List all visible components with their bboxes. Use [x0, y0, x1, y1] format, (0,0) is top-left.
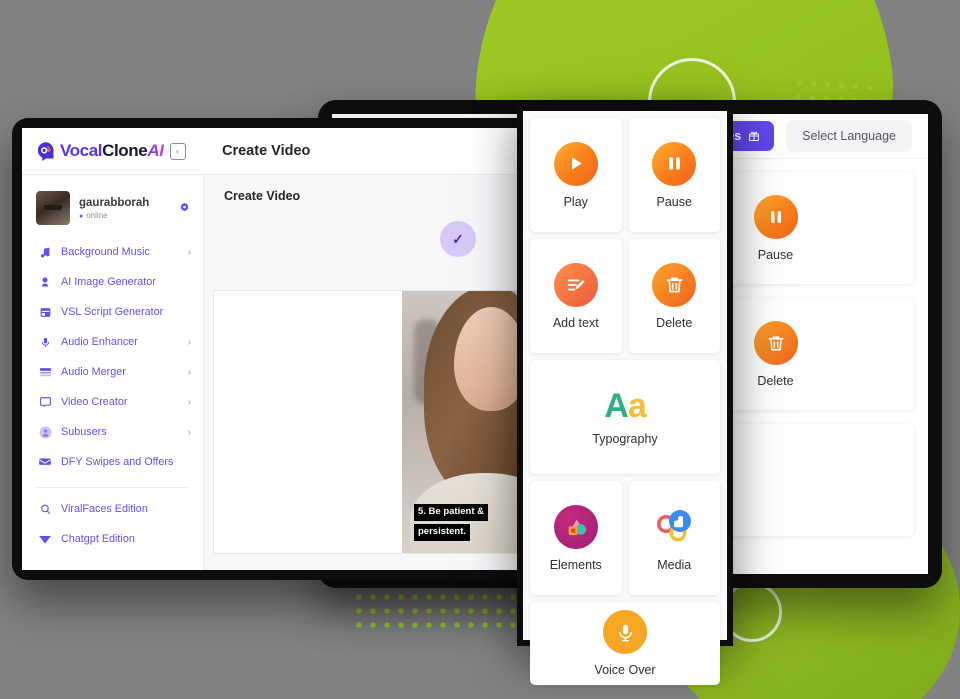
- pause-icon: [753, 194, 798, 239]
- sidebar-label: Background Music: [61, 246, 150, 258]
- typography-icon: Aa: [604, 386, 647, 425]
- select-language-dropdown[interactable]: Select Language: [786, 120, 912, 152]
- video-caption: 5. Be patient & persistent.: [414, 501, 532, 541]
- status-check-badge[interactable]: ✓: [440, 221, 476, 257]
- popup-tile-label: Voice Over: [594, 663, 656, 677]
- tools-popup-grid: Play Pause Add text Delete Aa Typography…: [523, 111, 727, 685]
- sidebar-item-dfy-swipes-and-offers[interactable]: DFY Swipes and Offers: [22, 447, 203, 477]
- page-title: Create Video: [222, 143, 311, 159]
- sidebar-item-chatgpt-edition[interactable]: Chatgpt Edition: [22, 524, 203, 554]
- sidebar-label: Subusers: [61, 426, 107, 438]
- brand-ai: AI: [147, 141, 164, 160]
- chevron-right-icon: ›: [187, 336, 191, 348]
- popup-tile-label: Add text: [552, 315, 599, 330]
- sidebar-item-vsl-script-generator[interactable]: VSL Script Generator: [22, 297, 203, 327]
- back-tile-label: Delete: [757, 373, 794, 388]
- sidebar-divider: [36, 487, 189, 488]
- sidebar: gaurabborah online: [22, 175, 204, 570]
- popup-tile-label: Media: [657, 557, 692, 572]
- user-profile[interactable]: gaurabborah online: [22, 185, 203, 237]
- media-icon: [652, 505, 696, 549]
- popup-tile-label: Play: [563, 194, 588, 209]
- sidebar-label: Chatgpt Edition: [61, 533, 135, 545]
- check-icon: ✓: [452, 230, 464, 247]
- microphone-icon: [603, 610, 647, 654]
- sidebar-item-audio-enhancer[interactable]: Audio Enhancer ›: [22, 327, 203, 357]
- sidebar-item-video-creator[interactable]: Video Creator ›: [22, 387, 203, 417]
- vocalclone-logo-icon: [37, 142, 54, 161]
- gift-icon: [749, 131, 760, 141]
- back-tile-label: Pause: [757, 247, 794, 262]
- elements-icon: [553, 504, 598, 549]
- gear-icon[interactable]: [178, 202, 191, 215]
- avatar: [36, 191, 70, 225]
- profile-status: online: [79, 211, 169, 220]
- typography-lowercase-a: a: [627, 386, 647, 425]
- typography-uppercase-a: A: [604, 386, 629, 425]
- popup-tile-label: Pause: [656, 194, 692, 209]
- popup-tile-media[interactable]: Media: [628, 481, 720, 595]
- trash-icon: [753, 320, 798, 365]
- sidebar-label: Audio Enhancer: [61, 336, 138, 348]
- popup-tile-add-text[interactable]: Add text: [530, 239, 622, 353]
- script-icon: [38, 305, 52, 319]
- caption-line-1: 5. Be patient &: [414, 504, 488, 522]
- chevron-right-icon: ›: [187, 366, 191, 378]
- viralfaces-icon: [38, 502, 52, 516]
- app-logo[interactable]: VocalCloneAI ‹: [22, 141, 204, 161]
- chevron-left-icon: ‹: [176, 146, 180, 156]
- play-icon: [553, 141, 598, 186]
- popup-tile-pause[interactable]: Pause: [628, 118, 720, 232]
- user-circle-icon: [38, 425, 52, 439]
- popup-tile-label: Delete: [656, 315, 693, 330]
- brand-wordmark: VocalCloneAI: [60, 141, 164, 161]
- sidebar-item-subusers[interactable]: Subusers ›: [22, 417, 203, 447]
- caption-line-2: persistent.: [414, 524, 471, 541]
- image-ai-icon: [38, 275, 52, 289]
- sidebar-collapse-button[interactable]: ‹: [169, 142, 186, 160]
- profile-meta: gaurabborah online: [79, 197, 169, 220]
- screenshot-stage: Bonuses Select Language: [0, 0, 960, 699]
- profile-name: gaurabborah: [79, 196, 150, 209]
- chatgpt-diamond-icon: [38, 532, 52, 546]
- chevron-right-icon: ›: [187, 396, 191, 408]
- sidebar-label: VSL Script Generator: [61, 306, 164, 318]
- chevron-right-icon: ›: [187, 426, 191, 438]
- popup-tile-label: Elements: [549, 557, 602, 572]
- popup-tile-elements[interactable]: Elements: [530, 481, 622, 595]
- sidebar-item-viralfaces-edition[interactable]: ViralFaces Edition: [22, 494, 203, 524]
- sidebar-item-audio-merger[interactable]: Audio Merger ›: [22, 357, 203, 387]
- brand-vocal: Vocal: [60, 141, 103, 160]
- brand-clone: Clone: [102, 141, 148, 160]
- popup-tile-play[interactable]: Play: [530, 118, 622, 232]
- add-text-icon: [553, 262, 598, 307]
- tools-popup-panel: Play Pause Add text Delete Aa Typography…: [517, 105, 733, 685]
- sidebar-label: DFY Swipes and Offers: [61, 456, 174, 468]
- trash-icon: [652, 262, 697, 307]
- video-preview-card[interactable]: 5. Be patient & persistent.: [213, 290, 555, 554]
- sidebar-label: Video Creator: [61, 396, 128, 408]
- popup-tile-voice-over[interactable]: Voice Over: [530, 602, 720, 685]
- chevron-right-icon: ›: [187, 246, 191, 258]
- popup-tile-typography[interactable]: Aa Typography: [530, 360, 720, 474]
- sidebar-item-background-music[interactable]: Background Music ›: [22, 237, 203, 267]
- video-frame-icon: [38, 395, 52, 409]
- sidebar-item-ai-image-generator[interactable]: AI Image Generator: [22, 267, 203, 297]
- swipes-icon: [38, 455, 52, 469]
- music-note-icon: [38, 245, 52, 259]
- sidebar-label: Audio Merger: [61, 366, 126, 378]
- popup-tile-label: Typography: [592, 431, 658, 446]
- sidebar-label: ViralFaces Edition: [61, 503, 148, 515]
- merge-bars-icon: [38, 365, 52, 379]
- popup-tile-delete[interactable]: Delete: [628, 239, 720, 353]
- microphone-icon: [38, 335, 52, 349]
- sidebar-label: AI Image Generator: [61, 276, 156, 288]
- select-language-label: Select Language: [802, 129, 896, 143]
- pause-icon: [652, 141, 697, 186]
